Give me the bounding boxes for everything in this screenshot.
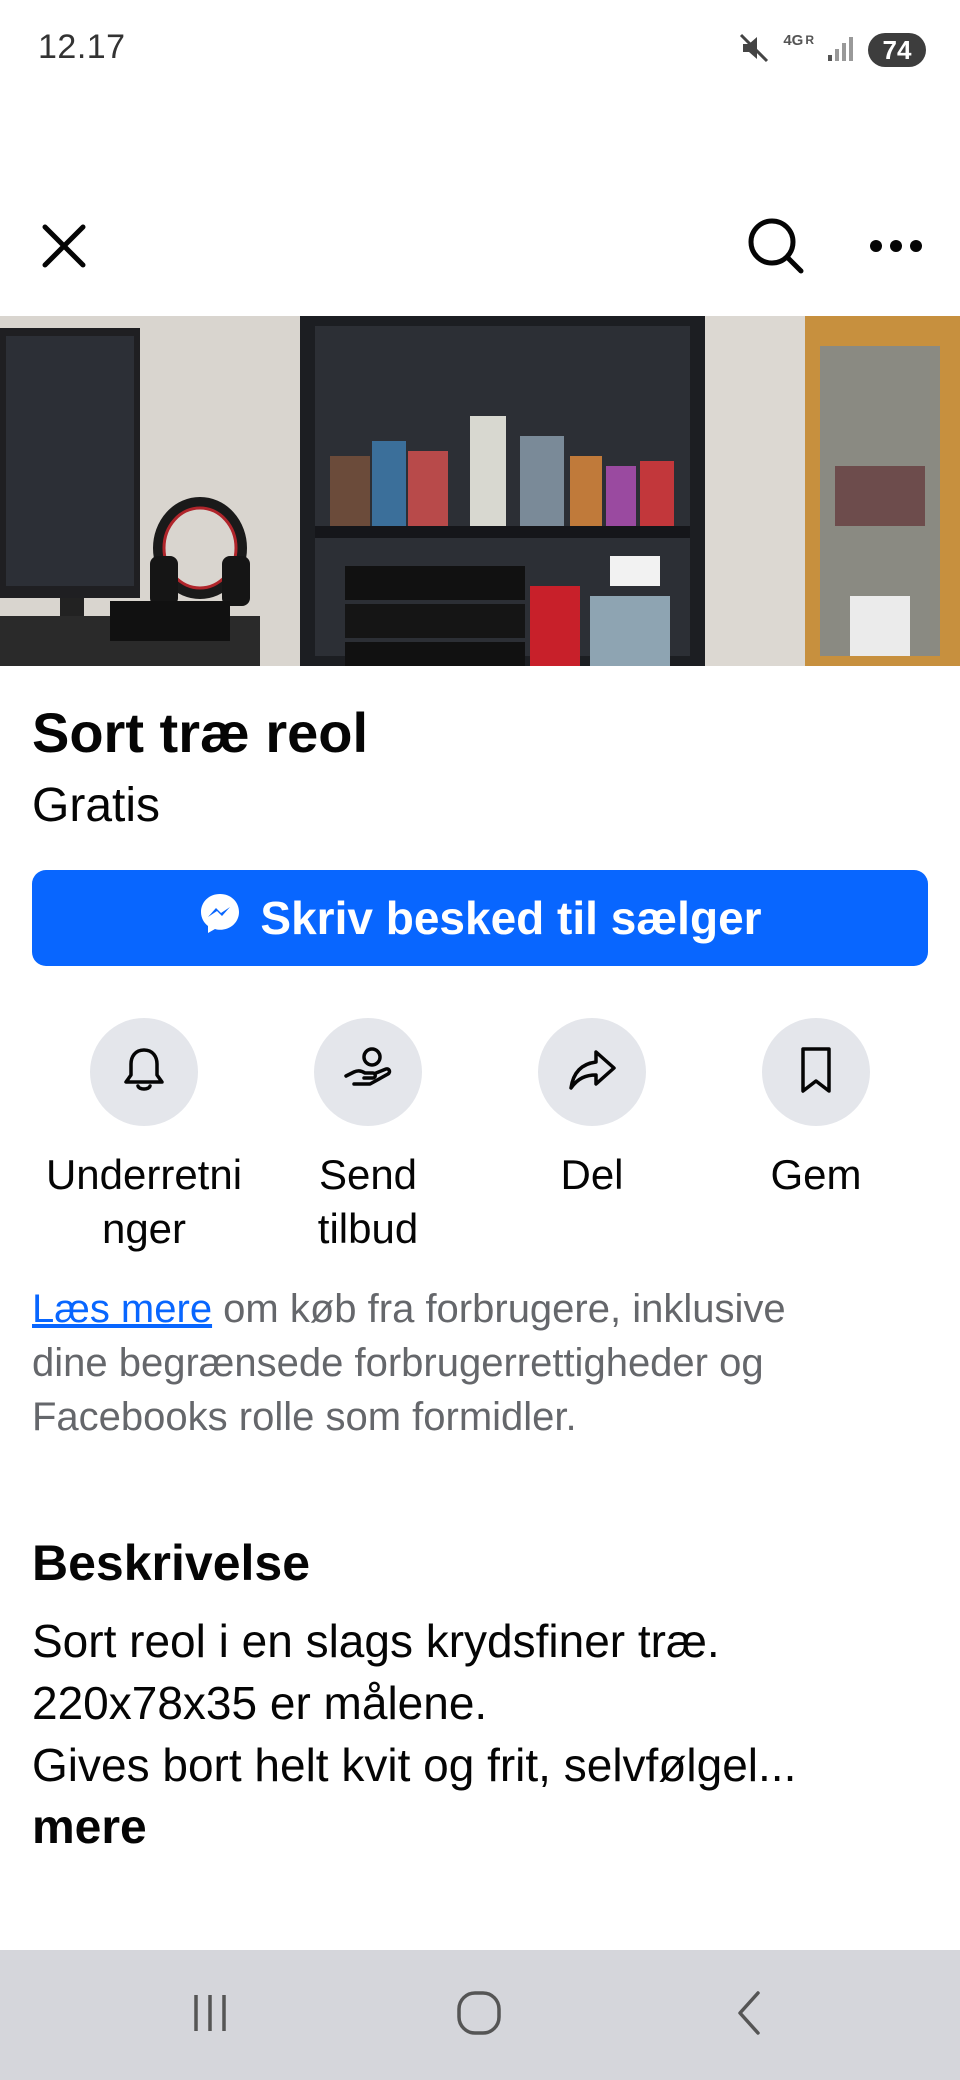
roaming-label: R [805,33,814,47]
more-icon [869,239,923,258]
bookmark-icon [792,1044,840,1101]
status-bar: 12.17 4G R 74 [0,0,960,100]
description-text: Sort reol i en slags krydsfiner træ. 220… [32,1610,932,1796]
notifications-label: Underretni nger [45,1151,243,1252]
status-icons: 4G R 74 [737,28,926,72]
search-button[interactable] [746,218,806,278]
description-line: Sort reol i en slags krydsfiner træ. [32,1615,720,1667]
notifications-circle[interactable] [90,1018,198,1126]
description-heading: Beskrivelse [32,1535,311,1591]
signal-icon [826,33,856,68]
system-nav-bar [0,1950,960,2080]
listing-title: Sort træ reol [32,701,369,764]
search-icon [746,216,806,281]
home-button[interactable] [449,1985,509,2045]
recent-apps-button[interactable] [180,1985,240,2045]
bell-icon [118,1044,170,1101]
description-more-link[interactable]: mere [32,1800,147,1855]
save-label: Gem [770,1151,862,1198]
more-button[interactable] [866,218,926,278]
battery-indicator: 74 [868,33,926,67]
message-seller-button[interactable]: Skriv besked til sælger [32,870,928,966]
share-label: Del [560,1151,624,1198]
status-time: 12.17 [38,28,126,66]
back-icon [730,1989,770,2042]
share-icon [564,1042,620,1103]
description-line: 220x78x35 er målene. [32,1677,488,1729]
share-circle[interactable] [538,1018,646,1126]
close-button[interactable] [34,218,94,278]
messenger-icon [198,891,242,946]
description-line: Gives bort helt kvit og frit, selvfølgel… [32,1739,797,1791]
notifications-button[interactable]: Underretni nger [32,1018,256,1256]
save-circle[interactable] [762,1018,870,1126]
consumer-info-text: Læs mere om køb fra forbrugere, inklusiv… [32,1287,786,1439]
top-nav [0,200,960,296]
home-icon [455,1989,503,2042]
send-offer-button[interactable]: Send tilbud [256,1018,480,1256]
send-offer-label: Send tilbud [317,1151,419,1252]
send-offer-circle[interactable] [314,1018,422,1126]
recent-apps-icon [188,1991,232,2040]
listing-price: Gratis [32,779,161,832]
close-icon [39,221,89,276]
share-button[interactable]: Del [480,1018,704,1202]
read-more-link[interactable]: Læs mere [32,1287,212,1331]
network-type: 4G [783,31,804,49]
listing-photo[interactable] [0,316,960,666]
back-button[interactable] [720,1985,780,2045]
offer-icon [340,1042,396,1103]
save-button[interactable]: Gem [704,1018,928,1202]
mute-icon [737,31,771,70]
message-seller-label: Skriv besked til sælger [260,892,762,944]
action-row: Underretni nger Send tilbud Del Gem [32,1018,928,1252]
